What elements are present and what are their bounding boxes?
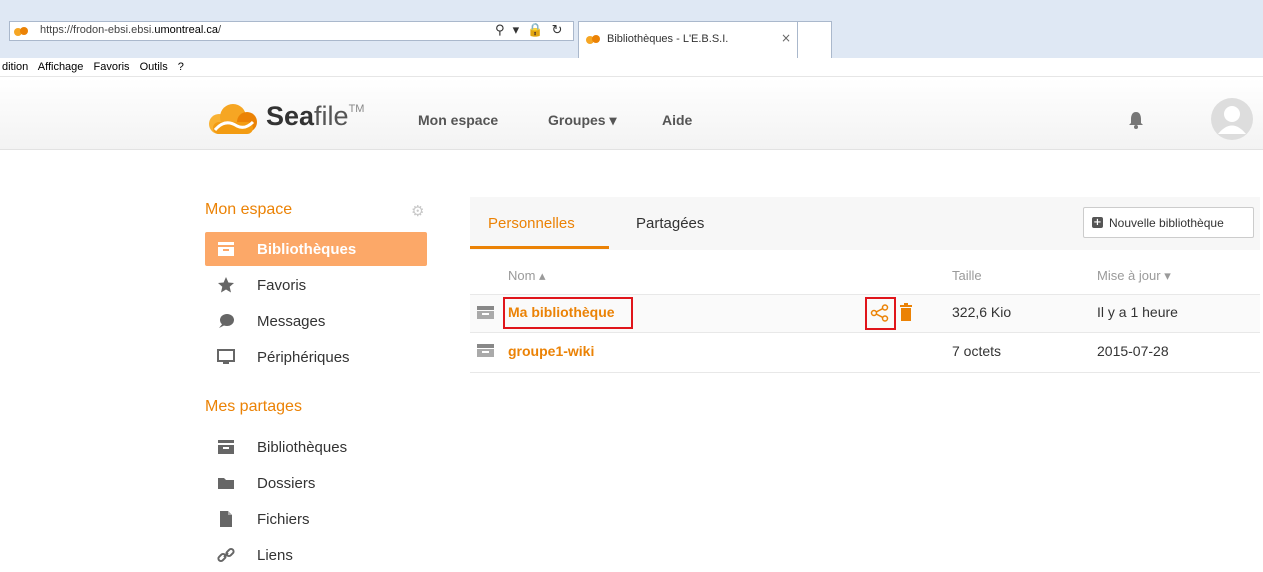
logo-tm: TM xyxy=(348,103,365,115)
menu-favoris[interactable]: Favoris xyxy=(93,61,129,73)
seafile-favicon-icon xyxy=(14,27,28,36)
sidebar-item-label: Périphériques xyxy=(257,349,350,366)
library-icon xyxy=(218,242,234,256)
sidebar-item-favoris[interactable]: Favoris xyxy=(205,268,427,302)
library-row-icon xyxy=(477,306,494,319)
sidebar-item-liens[interactable]: Liens xyxy=(205,538,427,572)
nav-groupes[interactable]: Groupes ▾ xyxy=(548,112,616,129)
sidebar-item-dossiers[interactable]: Dossiers xyxy=(205,466,427,500)
nav-aide[interactable]: Aide xyxy=(662,112,692,128)
link-icon xyxy=(217,547,235,563)
url-host: umontreal.ca xyxy=(154,24,218,36)
library-icon xyxy=(218,440,234,454)
menu-help[interactable]: ? xyxy=(178,61,184,73)
library-size: 7 octets xyxy=(952,343,1002,359)
sidebar-section-mon-espace: Mon espace xyxy=(205,201,293,218)
library-size: 322,6 Kio xyxy=(952,304,1012,320)
column-header-size: Taille xyxy=(952,268,982,283)
new-library-button[interactable]: + Nouvelle bibliothèque xyxy=(1083,207,1254,238)
notification-bell-icon[interactable] xyxy=(1129,111,1143,129)
sidebar-section-mes-partages: Mes partages xyxy=(205,398,302,415)
column-header-updated[interactable]: Mise à jour ▾ xyxy=(1097,268,1171,284)
sidebar-item-bibliotheques[interactable]: Bibliothèques xyxy=(205,232,427,266)
file-icon xyxy=(220,511,232,527)
address-bar[interactable]: https://frodon-ebsi.ebsi.umontreal.ca/ xyxy=(9,21,574,41)
user-avatar-icon[interactable] xyxy=(1210,97,1254,141)
folder-icon xyxy=(218,478,234,489)
browser-tab[interactable]: Bibliothèques - L'E.B.S.I. xyxy=(578,21,798,58)
highlight-box xyxy=(865,297,896,330)
tab-favicon-icon xyxy=(586,35,600,44)
nav-mon-espace[interactable]: Mon espace xyxy=(418,112,498,128)
sidebar-item-label: Dossiers xyxy=(257,475,316,492)
sidebar-item-label: Favoris xyxy=(257,277,307,294)
plus-icon: + xyxy=(1092,217,1103,228)
sidebar-item-peripheriques[interactable]: Périphériques xyxy=(205,340,427,374)
gear-icon[interactable]: ⚙ xyxy=(411,202,424,220)
address-controls[interactable]: ⚲ ▾ 🔒 ↻ xyxy=(495,23,565,38)
library-updated: Il y a 1 heure xyxy=(1097,304,1178,320)
new-tab-button[interactable] xyxy=(798,21,832,58)
sidebar-item-fichiers[interactable]: Fichiers xyxy=(205,502,427,536)
logo-sea: Sea xyxy=(266,101,315,131)
messages-icon xyxy=(219,314,234,328)
sidebar-item-label: Messages xyxy=(257,313,326,330)
new-library-label: Nouvelle bibliothèque xyxy=(1109,216,1224,230)
logo-file: file xyxy=(314,101,349,131)
highlight-box xyxy=(503,297,633,329)
seafile-logo-icon[interactable] xyxy=(203,100,261,138)
tab-personnelles[interactable]: Personnelles xyxy=(488,215,575,232)
sidebar-item-partages-bibliotheques[interactable]: Bibliothèques xyxy=(205,430,427,464)
menu-bar: dition Affichage Favoris Outils ? xyxy=(0,58,1263,77)
column-header-name[interactable]: Nom ▴ xyxy=(508,268,546,284)
url-prefix: https://frodon-ebsi.ebsi. xyxy=(40,24,155,36)
menu-affichage[interactable]: Affichage xyxy=(38,61,84,73)
sidebar-item-messages[interactable]: Messages xyxy=(205,304,427,338)
tab-partagees[interactable]: Partagées xyxy=(636,215,704,232)
menu-outils[interactable]: Outils xyxy=(140,61,168,73)
library-updated: 2015-07-28 xyxy=(1097,343,1169,359)
monitor-icon xyxy=(217,349,235,364)
sidebar-item-label: Bibliothèques xyxy=(257,439,348,456)
menu-edition[interactable]: dition xyxy=(2,61,28,73)
library-row-icon xyxy=(477,344,494,357)
star-icon xyxy=(218,277,234,293)
url-suffix: / xyxy=(217,24,221,36)
seafile-logo-text[interactable]: SeafileTM xyxy=(266,101,364,132)
sidebar-item-label: Liens xyxy=(257,547,293,564)
library-name-link[interactable]: groupe1-wiki xyxy=(508,343,594,359)
sidebar-item-label: Fichiers xyxy=(257,511,310,528)
active-tab-underline xyxy=(470,246,609,249)
tab-title: Bibliothèques - L'E.B.S.I. xyxy=(607,33,729,45)
sidebar-item-label: Bibliothèques xyxy=(257,241,357,258)
tab-close-icon[interactable]: × xyxy=(781,31,791,45)
app-header xyxy=(0,78,1263,150)
trash-icon[interactable] xyxy=(899,303,913,321)
